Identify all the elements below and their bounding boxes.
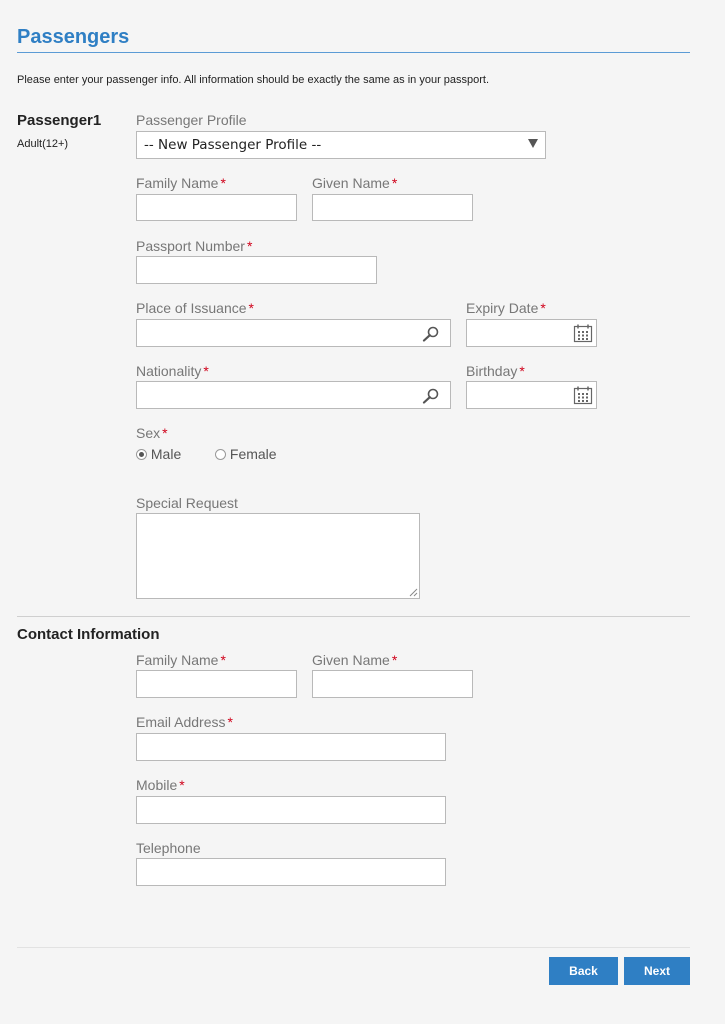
- contact-family-name-label: Family Name *: [136, 652, 226, 668]
- required-mark: *: [220, 175, 226, 191]
- search-icon[interactable]: [422, 326, 440, 342]
- section-divider: [17, 616, 690, 617]
- required-mark: *: [179, 777, 185, 793]
- nationality-label: Nationality *: [136, 363, 209, 379]
- radio-male[interactable]: [136, 449, 147, 460]
- sex-label: Sex *: [136, 425, 168, 441]
- search-icon[interactable]: [422, 388, 440, 404]
- place-of-issuance-input[interactable]: [136, 319, 451, 347]
- passport-number-input[interactable]: [136, 256, 377, 284]
- next-button[interactable]: Next: [624, 957, 690, 985]
- given-name-label: Given Name *: [312, 175, 398, 191]
- email-input[interactable]: [136, 733, 446, 761]
- passport-number-label: Passport Number *: [136, 238, 253, 254]
- place-of-issuance-label: Place of Issuance *: [136, 300, 254, 316]
- email-label: Email Address *: [136, 714, 233, 730]
- telephone-label: Telephone: [136, 840, 201, 856]
- page-title: Passengers: [17, 26, 130, 48]
- sex-female-option[interactable]: Female: [215, 446, 277, 462]
- expiry-date-label: Expiry Date *: [466, 300, 546, 316]
- required-mark: *: [220, 652, 226, 668]
- chevron-down-icon: [528, 139, 538, 148]
- sex-female-label: Female: [229, 446, 277, 462]
- contact-given-name-input[interactable]: [312, 670, 473, 698]
- title-divider: [17, 52, 690, 53]
- back-button[interactable]: Back: [549, 957, 618, 985]
- mobile-label: Mobile *: [136, 777, 185, 793]
- required-mark: *: [203, 363, 209, 379]
- mobile-input[interactable]: [136, 796, 446, 824]
- given-name-input[interactable]: [312, 194, 473, 221]
- telephone-input[interactable]: [136, 858, 446, 886]
- passenger-profile-label: Passenger Profile: [136, 112, 247, 128]
- passenger-profile-value: -- New Passenger Profile --: [144, 137, 322, 153]
- required-mark: *: [540, 300, 546, 316]
- required-mark: *: [391, 175, 398, 191]
- birthday-label: Birthday *: [466, 363, 525, 379]
- passenger-title: Passenger1: [17, 112, 102, 129]
- sex-male-option[interactable]: Male: [136, 446, 181, 462]
- required-mark: *: [519, 363, 525, 379]
- required-mark: *: [391, 652, 398, 668]
- family-name-input[interactable]: [136, 194, 297, 221]
- passenger-type: Adult(12+): [17, 138, 69, 150]
- required-mark: *: [246, 238, 253, 254]
- expiry-date-input[interactable]: [466, 319, 597, 347]
- birthday-input[interactable]: [466, 381, 597, 409]
- radio-female[interactable]: [215, 449, 226, 460]
- special-request-textarea[interactable]: [136, 513, 420, 599]
- resize-handle-icon[interactable]: [409, 588, 418, 597]
- required-mark: *: [162, 425, 168, 441]
- nationality-input[interactable]: [136, 381, 451, 409]
- required-mark: *: [227, 714, 233, 730]
- special-request-label: Special Request: [136, 495, 238, 511]
- contact-title: Contact Information: [17, 626, 160, 643]
- intro-text: Please enter your passenger info. All in…: [17, 74, 490, 86]
- passenger-profile-select[interactable]: -- New Passenger Profile --: [136, 131, 546, 159]
- footer-divider: [17, 947, 690, 948]
- required-mark: *: [248, 300, 254, 316]
- calendar-icon[interactable]: [573, 386, 593, 405]
- calendar-icon[interactable]: [573, 324, 593, 343]
- contact-given-name-label: Given Name *: [312, 652, 398, 668]
- contact-family-name-input[interactable]: [136, 670, 297, 698]
- sex-male-label: Male: [150, 446, 182, 462]
- family-name-label: Family Name *: [136, 175, 226, 191]
